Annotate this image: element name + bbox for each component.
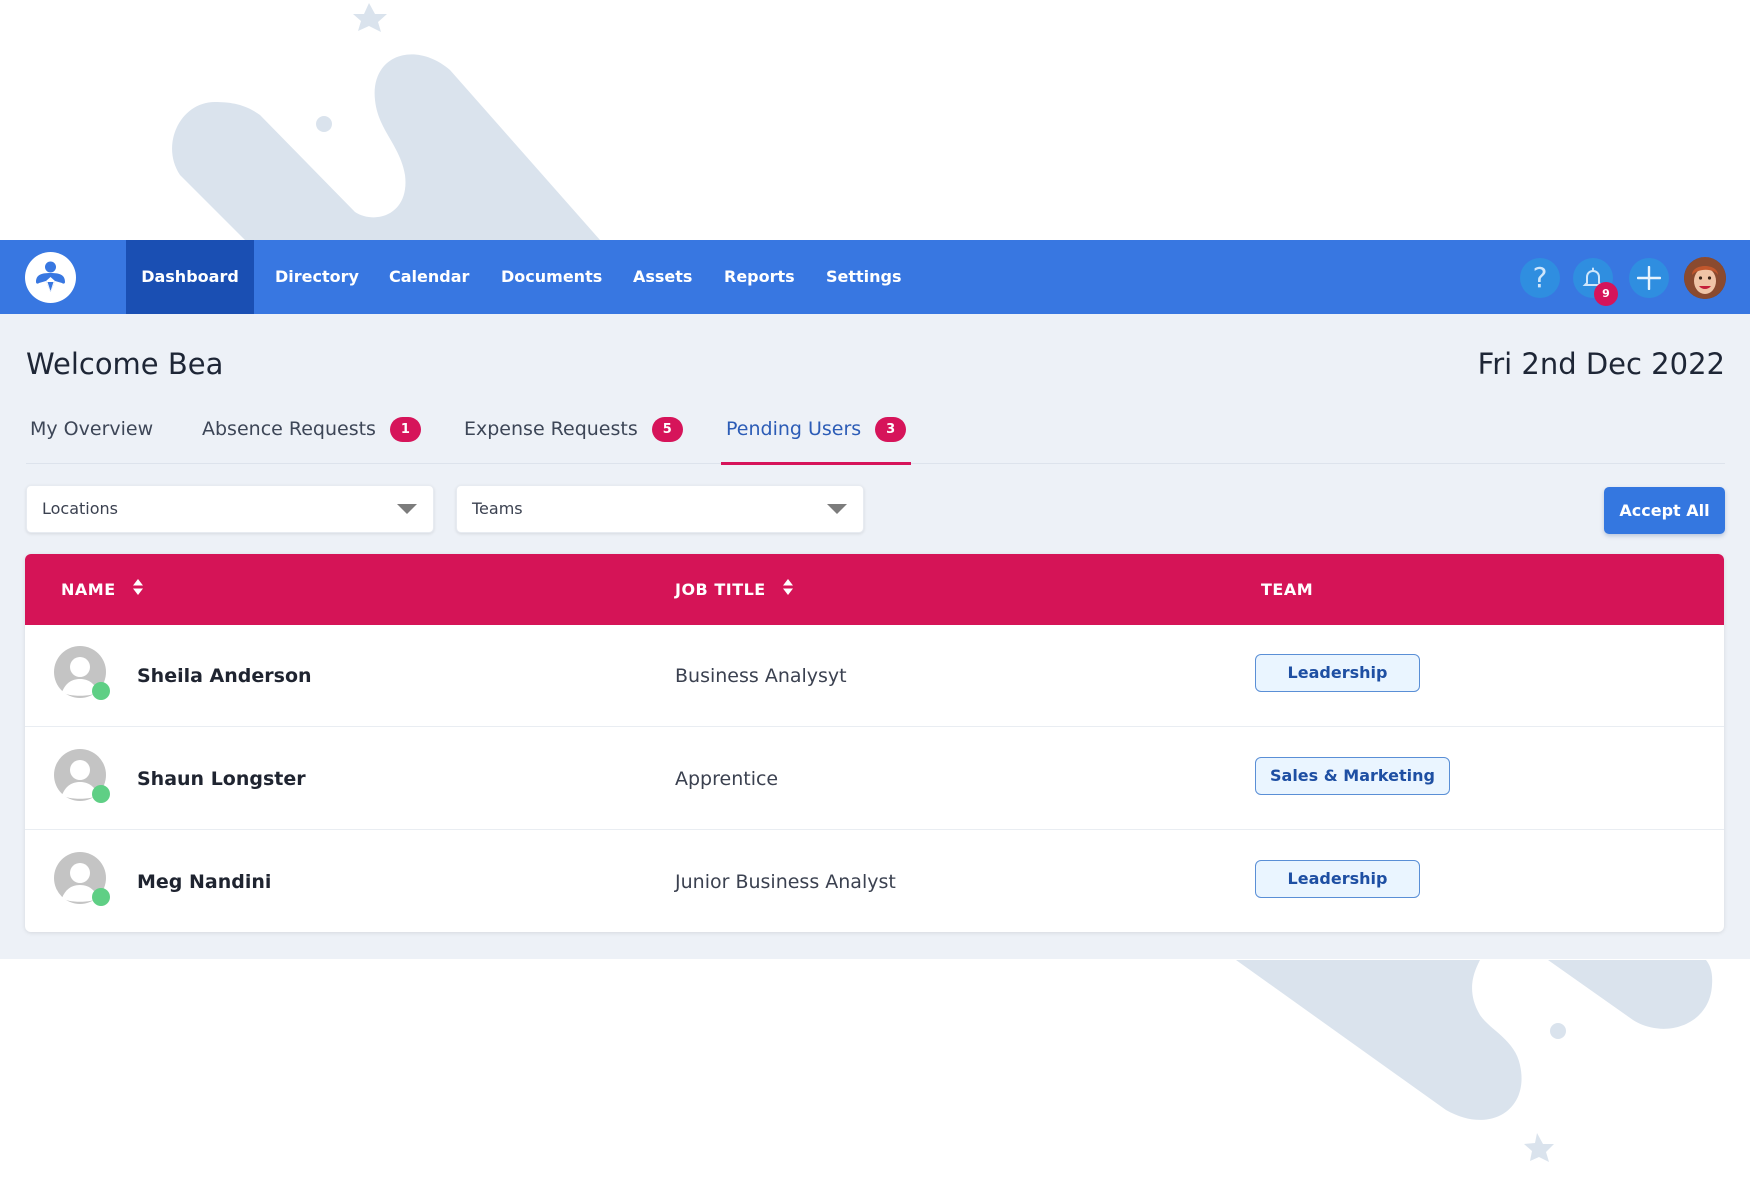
accept-all-button[interactable]: Accept All [1604, 487, 1725, 534]
active-tab-indicator [721, 462, 912, 465]
column-header-team: TEAM [1261, 554, 1313, 625]
team-tag: Leadership [1255, 860, 1420, 898]
job-title: Business Analysyt [675, 665, 847, 687]
teams-dropdown[interactable]: Teams [456, 485, 864, 533]
team-tag: Sales & Marketing [1255, 757, 1450, 795]
count-badge: 3 [875, 417, 907, 442]
top-navbar: Dashboard Directory Calendar Documents A… [0, 240, 1750, 314]
column-label: TEAM [1261, 580, 1314, 599]
online-status-indicator [92, 785, 110, 803]
caret-down-icon [397, 504, 417, 514]
column-label: JOB TITLE [675, 580, 766, 599]
column-header-job-title[interactable]: JOB TITLE [675, 554, 794, 625]
plus-icon [1637, 266, 1661, 290]
decor-dot-top [316, 116, 332, 132]
decor-shape-bottom-right [1548, 960, 1713, 1029]
nav-calendar[interactable]: Calendar [389, 240, 469, 314]
decor-dot-bottom [1550, 1023, 1566, 1039]
tab-expense-requests[interactable]: Expense Requests 5 [464, 406, 683, 464]
pending-users-table: NAME JOB TITLE TEAM Sheila Anderson Busi… [25, 554, 1724, 932]
table-row[interactable]: Meg Nandini Junior Business Analyst Lead… [25, 831, 1724, 932]
locations-placeholder: Locations [42, 499, 119, 518]
current-date: Fri 2nd Dec 2022 [1477, 347, 1725, 381]
teams-placeholder: Teams [472, 499, 523, 518]
decor-shape-top [172, 54, 600, 240]
table-row[interactable]: Sheila Anderson Business Analysyt Leader… [25, 625, 1724, 727]
nav-directory[interactable]: Directory [275, 240, 359, 314]
count-badge: 5 [651, 417, 683, 442]
decor-star-bottom [1524, 1133, 1554, 1162]
user-avatar[interactable] [1684, 257, 1726, 299]
tab-label: Absence Requests [202, 418, 376, 440]
column-header-name[interactable]: NAME [61, 554, 144, 625]
person-logo-icon[interactable] [25, 252, 76, 303]
tab-absence-requests[interactable]: Absence Requests 1 [202, 406, 421, 464]
tab-pending-users[interactable]: Pending Users 3 [721, 406, 912, 465]
column-label: NAME [61, 580, 116, 599]
sort-icon [782, 579, 793, 595]
table-header: NAME JOB TITLE TEAM [25, 554, 1724, 625]
count-badge: 1 [389, 417, 421, 442]
tab-my-overview[interactable]: My Overview [30, 406, 153, 464]
tab-label: My Overview [30, 418, 154, 440]
tab-label: Expense Requests [464, 418, 638, 440]
notifications-count-badge: 9 [1594, 282, 1618, 306]
nav-settings[interactable]: Settings [826, 240, 902, 314]
nav-reports[interactable]: Reports [724, 240, 795, 314]
tab-label: Pending Users [726, 418, 862, 440]
job-title: Junior Business Analyst [675, 871, 896, 893]
online-status-indicator [92, 888, 110, 906]
team-tag: Leadership [1255, 654, 1420, 692]
help-button[interactable]: ? [1520, 258, 1560, 298]
decor-shape-bottom [1236, 960, 1522, 1120]
nav-assets[interactable]: Assets [633, 240, 692, 314]
nav-documents[interactable]: Documents [501, 240, 602, 314]
tab-bar: My Overview Absence Requests 1 Expense Re… [26, 406, 1725, 465]
sort-icon [132, 579, 143, 595]
question-mark-icon: ? [1532, 261, 1548, 294]
decor-star-top [353, 3, 387, 32]
online-status-indicator [92, 682, 110, 700]
job-title: Apprentice [675, 768, 779, 790]
table-row[interactable]: Shaun Longster Apprentice Sales & Market… [25, 728, 1724, 830]
locations-dropdown[interactable]: Locations [26, 485, 434, 533]
app-panel: Dashboard Directory Calendar Documents A… [0, 240, 1750, 959]
user-name[interactable]: Shaun Longster [137, 728, 306, 830]
page-title: Welcome Bea [26, 347, 224, 381]
caret-down-icon [827, 504, 847, 514]
add-button[interactable] [1629, 258, 1669, 298]
user-name[interactable]: Sheila Anderson [137, 625, 312, 727]
nav-dashboard[interactable]: Dashboard [126, 240, 254, 314]
user-name[interactable]: Meg Nandini [137, 831, 271, 932]
